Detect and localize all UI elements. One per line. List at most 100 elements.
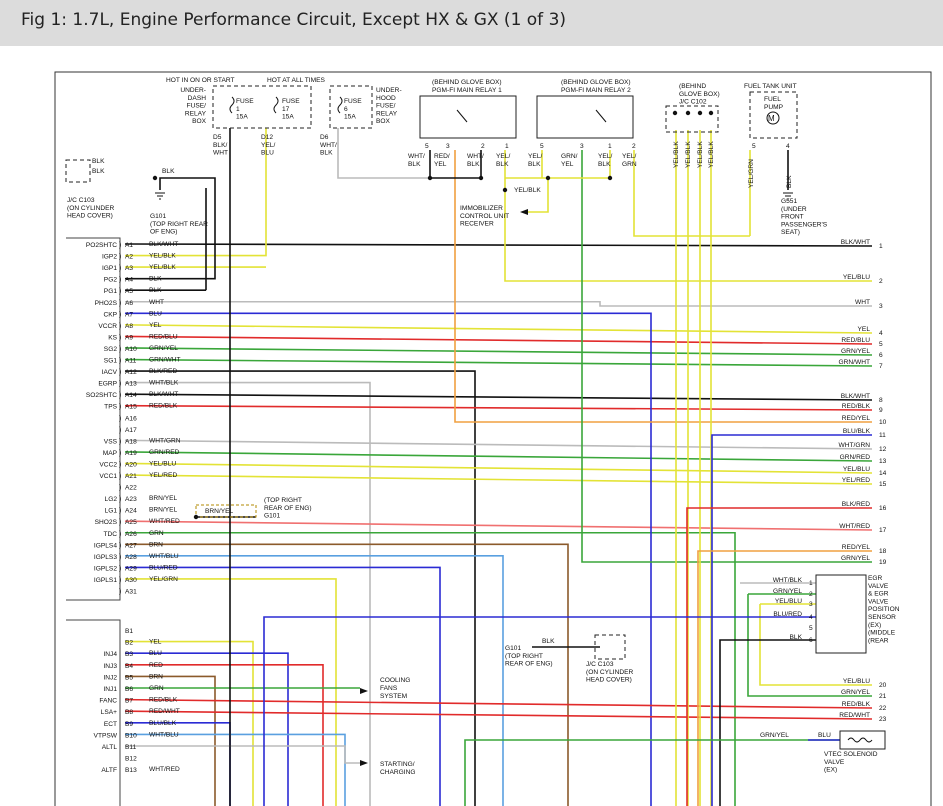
relay2-wire: YEL [561, 161, 574, 168]
wire-a13 [125, 381, 371, 806]
pin-bracket: ) [119, 577, 121, 584]
right-terminal-number: 15 [879, 481, 887, 488]
pin-bracket: ) [119, 531, 121, 538]
figure-header: Fig 1: 1.7L, Engine Performance Circuit,… [0, 0, 943, 46]
ecm-pin-number: A22 [125, 485, 137, 492]
ecm-wire-code: YEL/BLK [149, 264, 176, 271]
ecm-pin-number: B6 [125, 686, 133, 693]
right-terminal-number: 7 [879, 363, 883, 370]
jc103-bottom-label: (ON CYLINDER [586, 669, 633, 676]
cooling-fans-label: SYSTEM [380, 693, 407, 700]
ecm-wire-code: BLK/RED [149, 368, 177, 375]
underdash-label: UNDER- [180, 87, 206, 94]
egr-label: (REAR [868, 637, 889, 644]
underdash-label: BOX [192, 118, 207, 125]
imm-wire-label: YEL/BLK [514, 187, 541, 194]
vtec-solenoid [839, 730, 886, 750]
right-terminal-number: 16 [879, 505, 887, 512]
right-wire-code: RED/BLU [841, 337, 870, 344]
ecm-pin-number: B2 [125, 640, 133, 647]
right-terminal-number: 3 [879, 303, 883, 310]
arrow-icon [360, 760, 368, 766]
wire-a28 [125, 555, 504, 806]
ecm-pin-number: B9 [125, 721, 133, 728]
ecm-pin-number: A4 [125, 277, 133, 284]
right-wire-code: RED/YEL [842, 544, 871, 551]
relay2-wire: YEL/ [598, 153, 612, 160]
right-terminal-number: 1 [879, 243, 883, 250]
relay2-pin: 5 [540, 143, 544, 150]
wiring-diagram: ))))))))))))))))))))))))))))))) M PO2SHTC… [54, 71, 932, 806]
right-wire-code: RED/BLK [842, 701, 871, 708]
ecm-pin-number: A31 [125, 589, 137, 596]
jc103-top-label: J/C C103 [67, 197, 95, 204]
right-wire-code: YEL/RED [842, 477, 870, 484]
jc102-wire: YEL/BLK [697, 141, 704, 168]
pin-bracket: ) [119, 277, 121, 284]
hot-run-label: HOT IN ON OR START [166, 77, 235, 84]
ecm-pin-number: B11 [125, 744, 137, 751]
ecm-wire-code: BLU/BLK [149, 720, 177, 727]
relay2-pin: 3 [580, 143, 584, 150]
relay2-wire: GRN [622, 161, 637, 168]
d5-label: WHT [213, 150, 228, 157]
right-wire-code: WHT/GRN [839, 442, 871, 449]
ecm-pin-number: A14 [125, 392, 137, 399]
fuel-wire: BLK [786, 175, 793, 188]
ecm-pin-function: VSS [104, 438, 118, 445]
ecm-pin-function: EGRP [98, 381, 117, 388]
pin-bracket: ) [119, 485, 121, 492]
ecm-wire-code: BLU [149, 310, 162, 317]
ecm-pin-function: ECT [104, 721, 117, 728]
ecm-wire-code: BRN [149, 673, 163, 680]
ecm-pin-number: B4 [125, 663, 133, 670]
splice-dot [708, 110, 714, 116]
underhood-label: FUSE/ [376, 103, 396, 110]
ecm-wire-code: WHT/BLU [149, 553, 179, 560]
ecm-wire-code: BLK/WHT [149, 241, 178, 248]
vtec-label: VTEC SOLENOID [824, 751, 878, 758]
right-wire-code: BLK/WHT [841, 239, 870, 246]
pin-bracket: ) [119, 438, 121, 445]
right-terminal-number: 17 [879, 527, 887, 534]
jc-c103-top [65, 159, 91, 183]
arrow-icon [360, 688, 368, 694]
egr-pin-number: 2 [809, 591, 813, 598]
wire-a9 [124, 335, 873, 345]
fuse6-label: FUSE [344, 98, 362, 105]
ecm-pin-number: A24 [125, 508, 137, 515]
ecm-pin-number: A7 [125, 311, 133, 318]
egr-valve [815, 574, 867, 654]
egr-pin-wire: BLU/RED [773, 611, 802, 618]
ecm-pin-number: A19 [125, 450, 137, 457]
motor-icon-label: M [768, 114, 775, 123]
ecm-wire-code: WHT/RED [149, 518, 180, 525]
wire-a12 [125, 370, 476, 806]
pin-bracket: ) [119, 589, 121, 596]
splice-dot [478, 175, 484, 181]
wire-vtec [464, 739, 840, 806]
d12-label: BLU [261, 150, 274, 157]
pin-bracket: ) [119, 392, 121, 399]
relay2-wire: BLK [598, 161, 611, 168]
immobilizer-label: CONTROL UNIT [460, 213, 509, 220]
jc103-wire: BLK [162, 168, 175, 175]
right-terminal-number: 5 [879, 341, 883, 348]
underhood-label: HOOD [376, 95, 396, 102]
ecm-pin-number: A12 [125, 369, 137, 376]
pin-bracket: ) [119, 404, 121, 411]
fuel-pin: 5 [752, 143, 756, 150]
g101-bottom-label: REAR OF ENG) [505, 661, 553, 668]
fuse-icon [229, 96, 235, 114]
vtec-wire2: BLU [818, 732, 831, 739]
wire-a7 [125, 312, 652, 806]
relay1-wire: RED/ [434, 153, 450, 160]
g551-label: G551 [781, 198, 797, 205]
wire-a21 [124, 474, 873, 485]
ecm-wire-code: YEL [149, 639, 162, 646]
splice-dot [545, 175, 551, 181]
right-wire-code: WHT/RED [839, 523, 870, 530]
relay-switch-icon [456, 109, 468, 123]
cooling-fans-label: COOLING [380, 677, 410, 684]
relay1-pin: 2 [481, 143, 485, 150]
